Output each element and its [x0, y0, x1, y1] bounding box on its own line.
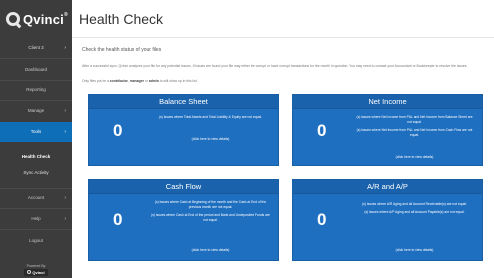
card-cash-flow: Cash Flow 0 (s) issues where Cash at Beg…	[88, 179, 279, 261]
card-ar-ap: A/R and A/P 0 (s) issues where A/R Aging…	[292, 179, 483, 261]
divider	[0, 229, 72, 230]
sidebar-item-tools[interactable]: Tools ›	[0, 122, 72, 142]
issue-line: (s) issues where A/R Aging and all Accou…	[362, 202, 467, 206]
sidebar: Qvinci® Client 3 › Dashboard Reporting M…	[0, 0, 72, 278]
issue-count: 0	[113, 121, 123, 140]
sidebar-subitem-label: Sync Activity	[23, 170, 49, 175]
logo-text: Qvinci®	[23, 11, 68, 27]
sidebar-item-label: Account	[27, 195, 45, 200]
card-body: 0 (s) issues where A/R Aging and all Acc…	[293, 194, 482, 260]
issue-descriptions: (s) issues where Total Assets and Total …	[151, 115, 270, 123]
issue-descriptions: (s) issues where Net Income from P&L and…	[355, 115, 474, 141]
sidebar-item-label: Reporting	[26, 87, 46, 92]
sidebar-subitem-health-check[interactable]: Health Check	[0, 150, 72, 164]
card-body: 0 (s) issues where Net Income from P&L a…	[293, 109, 482, 165]
issue-count: 0	[113, 210, 123, 229]
card-title: A/R and A/P	[293, 180, 482, 194]
card-title: Net Income	[293, 95, 482, 109]
card-balance-sheet: Balance Sheet 0 (s) issues where Total A…	[88, 94, 279, 166]
qvinci-logo-icon	[6, 12, 20, 26]
sidebar-item-label: Tools	[30, 129, 42, 134]
app-logo[interactable]: Qvinci®	[0, 0, 72, 38]
powered-logo: Qvinci	[24, 268, 48, 276]
view-details-link[interactable]: (click here to view details)	[355, 248, 474, 252]
card-body: 0 (s) issues where Total Assets and Tota…	[89, 109, 278, 165]
issue-descriptions: (s) issues where A/R Aging and all Accou…	[355, 202, 474, 218]
client-label: Client 3	[28, 45, 44, 50]
header: Health Check	[72, 0, 494, 38]
powered-logo-text: Qvinci	[32, 269, 45, 275]
qvinci-logo-icon	[27, 270, 32, 274]
sidebar-item-logout[interactable]: Logout	[0, 231, 72, 251]
chevron-right-icon: ›	[64, 129, 66, 135]
chevron-right-icon: ›	[64, 195, 66, 201]
issue-descriptions: (s) issues where Cash at Beginning of th…	[151, 200, 270, 226]
sidebar-item-help[interactable]: Help ›	[0, 209, 72, 229]
issue-line: (s) issues where A/P Aging and all Accou…	[364, 210, 465, 214]
sidebar-item-reporting[interactable]: Reporting	[0, 80, 72, 100]
sidebar-item-manage[interactable]: Manage ›	[0, 101, 72, 121]
chevron-right-icon: ›	[64, 216, 66, 222]
card-body: 0 (s) issues where Cash at Beginning of …	[89, 194, 278, 260]
card-net-income: Net Income 0 (s) issues where Net Income…	[292, 94, 483, 166]
client-selector[interactable]: Client 3 ›	[0, 38, 72, 58]
sidebar-item-label: Manage	[27, 108, 45, 113]
intro-text: After a successful sync, Qvinci analyzes…	[82, 64, 468, 68]
sidebar-item-dashboard[interactable]: Dashboard	[0, 60, 72, 80]
view-details-link[interactable]: (click here to view details)	[151, 137, 270, 141]
chevron-right-icon: ›	[64, 45, 66, 51]
issue-count: 0	[317, 121, 327, 140]
sidebar-subitem-label: Health Check	[21, 154, 51, 159]
issue-line: (s) issues where Net Income from P&L and…	[356, 115, 473, 124]
powered-by: Powered By Qvinci	[0, 264, 72, 277]
issue-line: (s) issues where Total Assets and Total …	[159, 115, 262, 119]
divider	[0, 58, 72, 59]
issue-line: (s) issues where Cash at End of the peri…	[151, 213, 270, 222]
card-title: Balance Sheet	[89, 95, 278, 109]
sidebar-item-label: Logout	[29, 238, 43, 243]
issue-count: 0	[317, 210, 327, 229]
card-title: Cash Flow	[89, 180, 278, 194]
visibility-note: Only files you're a contributor, manager…	[82, 79, 198, 83]
section-title: Check the health status of your files	[82, 47, 162, 53]
view-details-link[interactable]: (click here to view details)	[355, 155, 474, 159]
sidebar-subitem-sync-activity[interactable]: Sync Activity	[0, 166, 72, 180]
page-title: Health Check	[79, 10, 164, 27]
main-content: Health Check Check the health status of …	[72, 0, 494, 278]
chevron-right-icon: ›	[64, 108, 66, 114]
issue-line: (s) issues where Cash at Beginning of th…	[154, 200, 267, 209]
sidebar-item-label: Help	[31, 216, 41, 221]
sidebar-item-account[interactable]: Account ›	[0, 188, 72, 208]
view-details-link[interactable]: (click here to view details)	[151, 248, 270, 252]
sidebar-item-label: Dashboard	[24, 67, 47, 72]
issue-line: (s) issues where Net Income from P&L and…	[356, 128, 473, 137]
